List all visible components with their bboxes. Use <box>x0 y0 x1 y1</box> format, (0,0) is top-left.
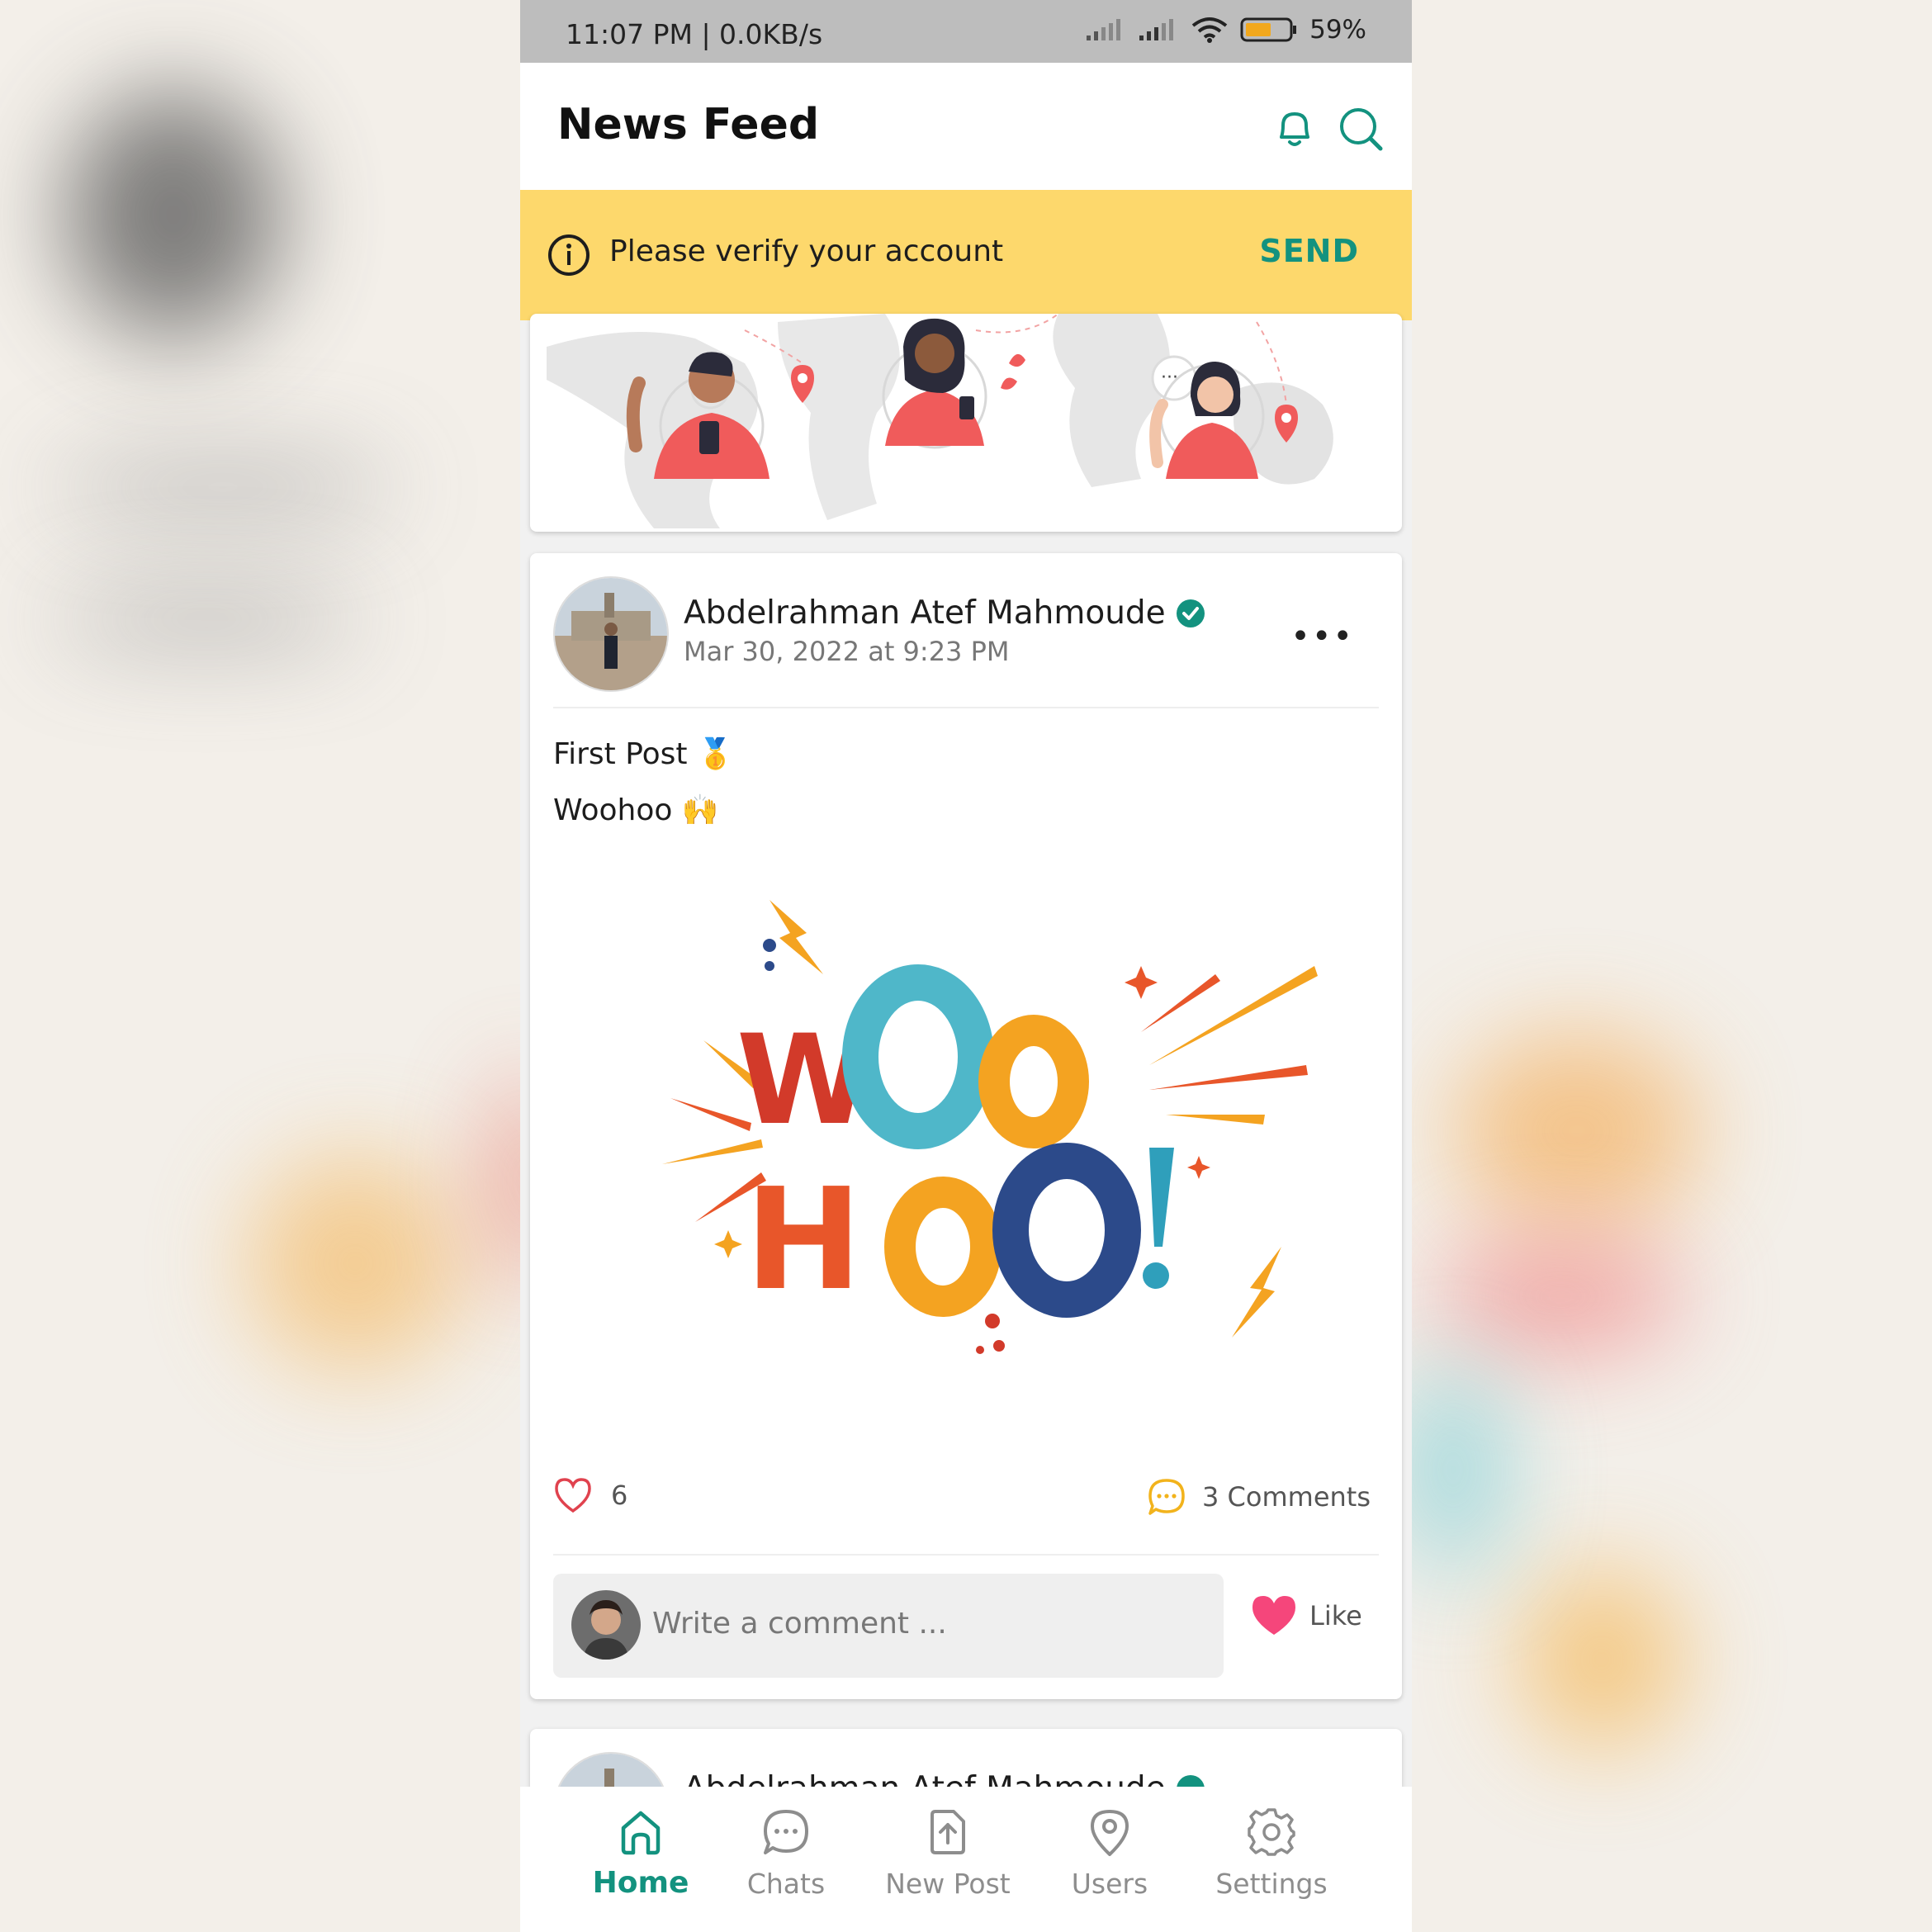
verify-message: Please verify your account <box>609 234 1004 268</box>
post-image: W H <box>662 900 1318 1354</box>
welcome-illustration: ··· ··· <box>530 314 1402 532</box>
post-text-line: Woohoo 🙌 <box>553 793 719 827</box>
user-avatar <box>571 1590 641 1660</box>
nav-label: Users <box>1071 1868 1148 1900</box>
verify-account-banner: Please verify your account SEND <box>520 190 1412 320</box>
post-card: Abdelrahman Atef Mahmoude Mar 30, 2022 a… <box>530 553 1402 1699</box>
comment-placeholder: Write a comment ... <box>652 1607 947 1641</box>
nav-home[interactable]: Home <box>566 1807 715 1900</box>
nav-users[interactable]: Users <box>1035 1807 1184 1900</box>
post-text-line: First Post 🥇 <box>553 737 734 771</box>
phone-screen: 11:07 PM | 0.0KB/s 59% News Feed Please … <box>520 0 1412 1932</box>
divider <box>553 1554 1379 1556</box>
heart-filled-icon <box>1252 1596 1295 1635</box>
comments-count[interactable]: 3 Comments <box>1146 1476 1371 1518</box>
bottom-navigation: Home Chats New Post Users Settings <box>520 1787 1412 1932</box>
svg-text:H: H <box>745 1158 862 1322</box>
status-time: 11:07 PM | 0.0KB/s <box>566 18 823 50</box>
location-icon <box>1091 1810 1129 1856</box>
nav-label: Settings <box>1215 1868 1328 1900</box>
heart-outline-icon <box>555 1478 591 1513</box>
nav-chats[interactable]: Chats <box>712 1807 860 1900</box>
upload-icon <box>930 1810 965 1854</box>
signal-icon <box>1139 19 1174 40</box>
people-map-illustration: ··· ··· <box>547 314 1333 528</box>
comment-icon <box>1148 1479 1185 1515</box>
likes-count-value: 6 <box>611 1480 628 1511</box>
wifi-icon <box>1191 17 1228 43</box>
author-photo <box>555 578 667 690</box>
nav-label: New Post <box>885 1868 1011 1900</box>
like-button[interactable]: Like <box>1250 1593 1362 1638</box>
comment-input[interactable]: Write a comment ... <box>553 1574 1224 1678</box>
more-options-icon[interactable]: ••• <box>1290 618 1354 656</box>
battery-icon <box>1240 17 1297 42</box>
post-author[interactable]: Abdelrahman Atef Mahmoude <box>684 594 1205 632</box>
status-bar: 11:07 PM | 0.0KB/s 59% <box>520 0 1412 63</box>
gear-icon <box>1248 1808 1295 1856</box>
send-verification-button[interactable]: SEND <box>1259 233 1359 269</box>
comments-count-label: 3 Comments <box>1202 1481 1371 1513</box>
likes-count[interactable]: 6 <box>553 1476 627 1514</box>
nav-settings[interactable]: Settings <box>1197 1807 1346 1900</box>
bell-icon[interactable] <box>1270 104 1319 154</box>
author-name: Abdelrahman Atef Mahmoude <box>684 594 1166 632</box>
nav-label: Home <box>592 1866 689 1900</box>
like-label: Like <box>1309 1600 1362 1631</box>
signal-icon <box>1087 19 1121 40</box>
app-bar: News Feed <box>520 63 1412 190</box>
author-avatar[interactable] <box>553 576 669 692</box>
home-icon <box>621 1811 661 1855</box>
verified-badge-icon <box>1176 599 1205 627</box>
svg-text:···: ··· <box>1161 367 1178 388</box>
chat-icon <box>764 1810 808 1854</box>
divider <box>553 707 1379 708</box>
search-icon[interactable] <box>1336 104 1385 154</box>
nav-label: Chats <box>746 1868 826 1900</box>
info-icon <box>548 234 590 276</box>
page-title: News Feed <box>557 100 820 149</box>
nav-new-post[interactable]: New Post <box>874 1807 1022 1900</box>
user-photo <box>571 1590 641 1660</box>
post-timestamp: Mar 30, 2022 at 9:23 PM <box>684 636 1010 667</box>
battery-percent: 59% <box>1309 15 1366 45</box>
